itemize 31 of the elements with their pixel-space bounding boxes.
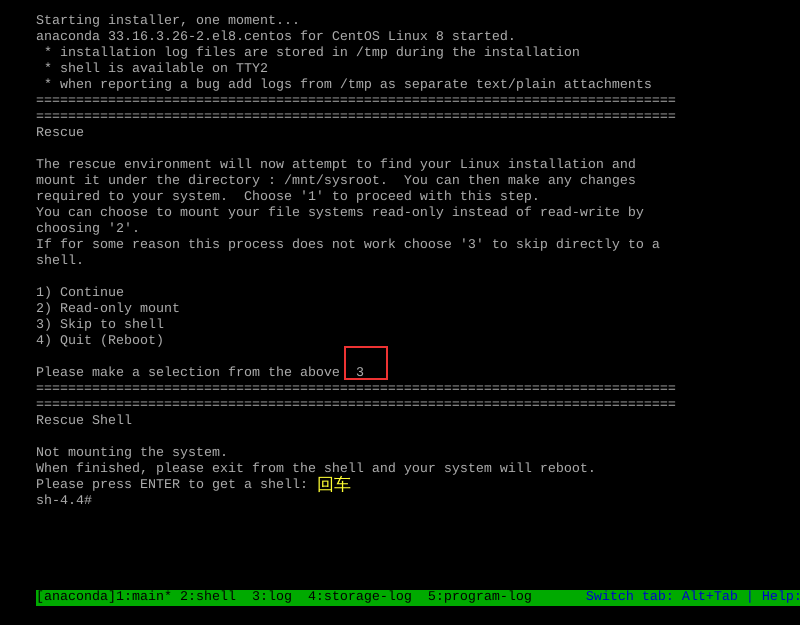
tab-list: [anaconda]1:main* 2:shell 3:log 4:storage-log 5:program-log (36, 590, 532, 606)
annotation-text: 回车 (316, 475, 351, 495)
console-line: * shell is available on TTY2 (42, 62, 268, 77)
console-line: The rescue environment will now attempt to find your Linux installation and (36, 158, 636, 173)
console-line: mount it under the directory : /mnt/sysroot. You can then make any changes (36, 174, 636, 189)
console-line: Rescue Shell (36, 414, 132, 429)
shortcut-hint: Switch tab: Alt+Tab | Help: (586, 590, 800, 606)
console-line: 4) Quit (Reboot) (36, 334, 164, 349)
console-line: * installation log files are stored in /tmp during the installation (42, 46, 580, 61)
console-line: 1) Continue (36, 286, 124, 301)
console-line: You can choose to mount your file systems read-only instead of read-write by (36, 206, 644, 221)
console-line: sh-4.4# (36, 494, 92, 509)
console-line: When finished, please exit from the shell and your system will reboot. (36, 462, 596, 477)
console-line: required to your system. Choose '1' to proceed with this step. (36, 190, 540, 205)
console-line: ================================================================================ (36, 382, 676, 397)
console-line: choosing '2'. (36, 222, 140, 237)
console-line: Not mounting the system. (36, 446, 228, 461)
console-line: 3) Skip to shell (36, 318, 164, 333)
console-line: * when reporting a bug add logs from /tmp as separate text/plain attachments (42, 78, 652, 93)
console-line: ================================================================================ (36, 110, 676, 125)
console-line: Rescue (36, 126, 84, 141)
console-line: 2) Read-only mount (36, 302, 180, 317)
console-line: If for some reason this process does not work choose '3' to skip directly to a (36, 238, 660, 253)
console-line: ================================================================================ (36, 398, 676, 413)
console-line: Please make a selection from the above (36, 366, 341, 381)
console-line: shell. (36, 254, 84, 269)
console-line: anaconda 33.16.3.26-2.el8.centos for CentOS Linux 8 started. (36, 30, 516, 45)
console-line: ================================================================================ (36, 94, 676, 109)
console-line: Starting installer, one moment... (36, 14, 300, 29)
console-line: Please press ENTER to get a shell: (36, 478, 308, 493)
typed-text: 3 (356, 366, 364, 381)
